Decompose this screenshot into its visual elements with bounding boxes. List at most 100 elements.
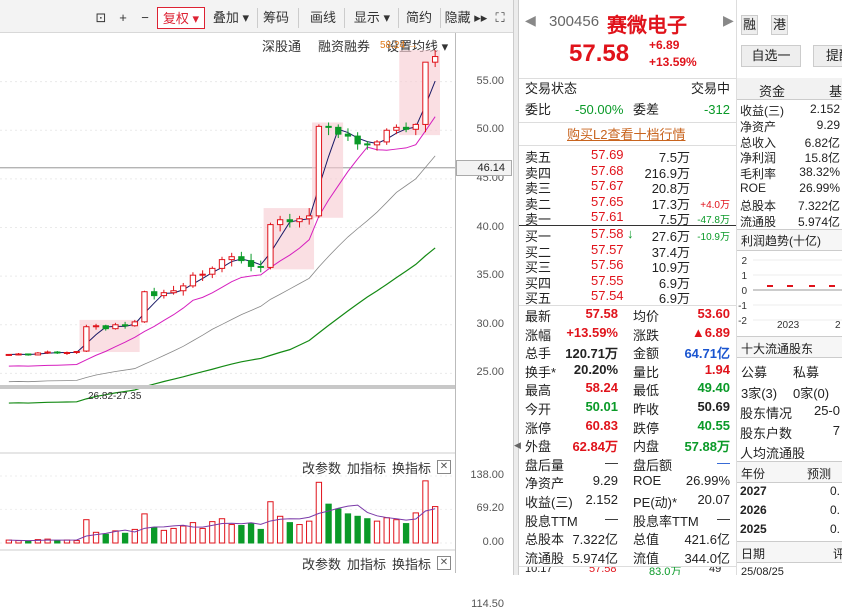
volume-bar (383, 517, 390, 544)
fin-label: 流通股 (740, 214, 777, 229)
stat-label-2: 内盘 (633, 439, 660, 455)
forecast-value: 0. (829, 522, 840, 536)
stock-name: 赛微电子 (607, 15, 687, 37)
prev-stock-icon[interactable]: ◀ (525, 12, 536, 29)
stat-label: 流通股 (525, 550, 565, 566)
candle-body (102, 325, 109, 330)
edit-params-button-2[interactable]: 改参数 (302, 554, 341, 573)
sell-level-delta: +4.0万 (700, 199, 730, 211)
candle-body (92, 325, 100, 328)
stat-value-2: 53.60 (697, 306, 730, 321)
info-value: 7 (832, 423, 840, 438)
buy-level-volume: 6.9万 (658, 291, 690, 306)
margin-tag[interactable]: 融 (741, 15, 758, 35)
stat-value: 120.71万 (565, 346, 618, 362)
stat-value: 2.152 (585, 492, 618, 507)
hide-label: 隐藏 (444, 10, 471, 25)
buy-level-label: 买五 (525, 291, 552, 306)
candle-body (383, 129, 390, 143)
volume-bar (306, 520, 313, 544)
candle-body (306, 215, 313, 220)
stat-label: 净资产 (525, 476, 565, 492)
stat-value-2: 1.94 (704, 361, 730, 377)
lock-icon[interactable]: ⊡ (90, 7, 112, 29)
trend-year-label: 2 (835, 320, 841, 331)
sell-level-price: 57.68 (591, 162, 624, 178)
volume-bar (112, 530, 119, 544)
fuquan-dropdown[interactable]: 复权 ▾ (157, 7, 205, 29)
candle-body (286, 219, 293, 223)
switch-indicator-button[interactable]: 换指标 (392, 458, 431, 477)
trade-status-row: 交易状态 交易中 (519, 79, 736, 99)
fin-value: 5.974亿 (797, 214, 840, 229)
price-axis: 55.00 50.00 45.00 40.00 35.00 30.00 25.00 46.14… (455, 33, 512, 610)
candle-body (199, 273, 206, 276)
stat-value: 58.24 (585, 380, 618, 396)
stat-value-2: 50.69 (697, 399, 730, 414)
candle-body (209, 267, 216, 275)
trend-tick-label: -1 (738, 301, 747, 312)
alert-button[interactable]: 提醒 (813, 45, 842, 67)
tick-cell: 57.58 (589, 567, 617, 575)
sell-level-price: 57.65 (591, 193, 624, 209)
fuquan-label: 复权 (162, 11, 189, 26)
stat-label: 总手 (525, 346, 552, 362)
stat-value-2: 49.40 (697, 380, 730, 396)
hide-button[interactable]: 隐藏 ▸▸ (444, 7, 488, 29)
stat-value: 9.29 (592, 473, 618, 489)
range-annotation: 26.82-27.35 (88, 391, 142, 402)
fullscreen-icon[interactable]: ⛶ (490, 7, 510, 29)
volume-bar (335, 508, 342, 544)
next-stock-icon[interactable]: ▶ (723, 12, 734, 29)
fin-value: 7.322亿 (797, 198, 840, 213)
profit-trend-chart: 2 1 0 -1 -2 2023 2 (738, 256, 842, 331)
stat-value-2: 57.88万 (684, 439, 730, 455)
holders-title: 十大流通股东 (741, 342, 814, 356)
volume-bar (160, 529, 168, 544)
candle-body (112, 324, 119, 330)
tab-funds[interactable]: 资金 (759, 81, 785, 100)
stat-label-2: 均价 (633, 309, 660, 324)
candle-body (160, 292, 168, 297)
sell-level-price: 57.67 (591, 178, 624, 193)
date-value: 25/08/25 (741, 566, 784, 578)
stat-label-2: 最低 (633, 383, 660, 399)
stat-value: 57.58 (585, 306, 618, 321)
volume-bar (170, 527, 177, 544)
zoom-in-icon[interactable]: + (114, 7, 132, 29)
stat-label: 涨幅 (525, 327, 552, 343)
candle-body (189, 274, 197, 287)
add-indicator-button-2[interactable]: 加指标 (347, 554, 386, 573)
zoom-out-icon[interactable]: − (136, 7, 154, 29)
switch-indicator-button-2[interactable]: 换指标 (392, 554, 431, 573)
volume-bar (247, 523, 255, 544)
draw-line-button[interactable]: 画线 (306, 7, 340, 29)
stat-value: — (605, 510, 618, 526)
close-icon[interactable]: ✕ (437, 460, 451, 474)
hk-tag[interactable]: 港 (771, 15, 788, 35)
current-price-label: 46.14 (456, 159, 512, 176)
simple-button[interactable]: 简约 (402, 7, 436, 29)
tab-basic[interactable]: 基 (829, 81, 842, 100)
buy-level-price: 57.58 (591, 226, 624, 241)
trend-title: 利润趋势(十亿) (741, 234, 821, 248)
trend-bar (767, 285, 773, 287)
stat-value-2: 421.6亿 (684, 532, 730, 548)
buy-level-price: 57.55 (591, 272, 624, 288)
stat-label: 最新 (525, 309, 552, 324)
candlestick-chart[interactable]: 58.24 → 26.82-27.35 (0, 33, 455, 573)
add-indicator-button[interactable]: 加指标 (347, 458, 386, 477)
info-label: 股东情况 (740, 406, 793, 421)
edit-params-button[interactable]: 改参数 (302, 458, 341, 477)
l2-link[interactable]: 购买L2查看十档行情 (567, 124, 685, 143)
overlay-dropdown[interactable]: 叠加 ▾ (208, 7, 254, 29)
display-dropdown[interactable]: 显示 ▾ (350, 7, 394, 29)
self-select-button[interactable]: 自选一 (741, 45, 801, 67)
chips-button[interactable]: 筹码 (260, 7, 292, 29)
holders-public-val: 3家(3) (741, 386, 778, 401)
close-icon-2[interactable]: ✕ (437, 556, 451, 570)
stat-value: +13.59% (566, 324, 618, 340)
price-tick-label: 25.00 (476, 366, 504, 379)
volume-bar (373, 520, 381, 544)
volume-bar (364, 518, 371, 544)
